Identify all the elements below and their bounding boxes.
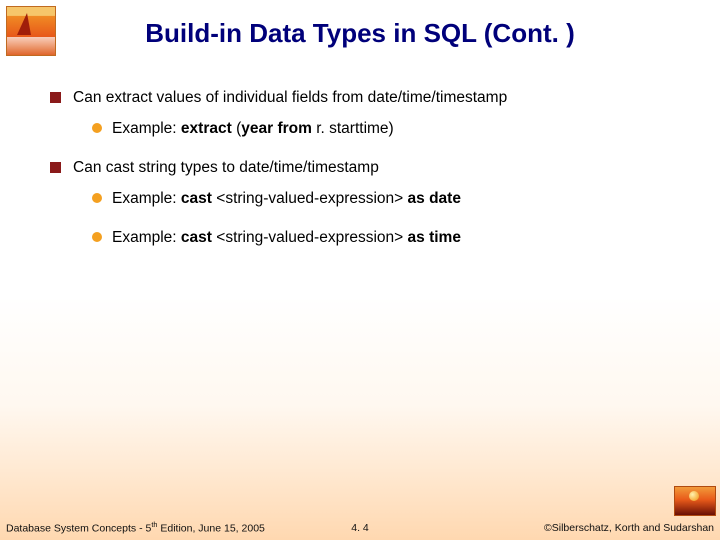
- example-label: Example:: [112, 229, 181, 246]
- bullet-text: Can extract values of individual fields …: [73, 89, 507, 106]
- expr-text: <string-valued-expression>: [216, 190, 407, 207]
- kw-year-from: year from: [241, 120, 316, 137]
- expr-text: <string-valued-expression>: [216, 229, 407, 246]
- bullet-level1: Can cast string types to date/time/times…: [50, 158, 680, 179]
- footer-left: Database System Concepts - 5th Edition, …: [6, 520, 265, 535]
- bullet-level2: Example: cast <string-valued-expression>…: [92, 228, 680, 249]
- bullet-level2: Example: cast <string-valued-expression>…: [92, 189, 680, 210]
- square-bullet-icon: [50, 92, 61, 103]
- sunset-corner-icon: [674, 486, 716, 516]
- kw-cast: cast: [181, 229, 216, 246]
- slide-body: Can extract values of individual fields …: [50, 88, 680, 267]
- footer-copyright: ©Silberschatz, Korth and Sudarshan: [544, 522, 714, 534]
- footer-page-number: 4. 4: [351, 522, 369, 534]
- bullet-level2: Example: extract (year from r. starttime…: [92, 119, 680, 140]
- kw-cast: cast: [181, 190, 216, 207]
- circle-bullet-icon: [92, 123, 102, 133]
- example-label: Example:: [112, 190, 181, 207]
- slide: Build-in Data Types in SQL (Cont. ) Can …: [0, 0, 720, 540]
- bullet-text: Can cast string types to date/time/times…: [73, 159, 379, 176]
- circle-bullet-icon: [92, 193, 102, 203]
- kw-as-time: as time: [408, 229, 461, 246]
- circle-bullet-icon: [92, 232, 102, 242]
- kw-as-date: as date: [408, 190, 461, 207]
- footer-left-b: Edition, June 15, 2005: [157, 522, 264, 534]
- bullet-level1: Can extract values of individual fields …: [50, 88, 680, 109]
- expr-text: r. starttime): [316, 120, 394, 137]
- square-bullet-icon: [50, 162, 61, 173]
- kw-extract: extract: [181, 120, 236, 137]
- slide-title: Build-in Data Types in SQL (Cont. ): [0, 18, 720, 49]
- footer-left-a: Database System Concepts - 5: [6, 522, 151, 534]
- example-label: Example:: [112, 120, 181, 137]
